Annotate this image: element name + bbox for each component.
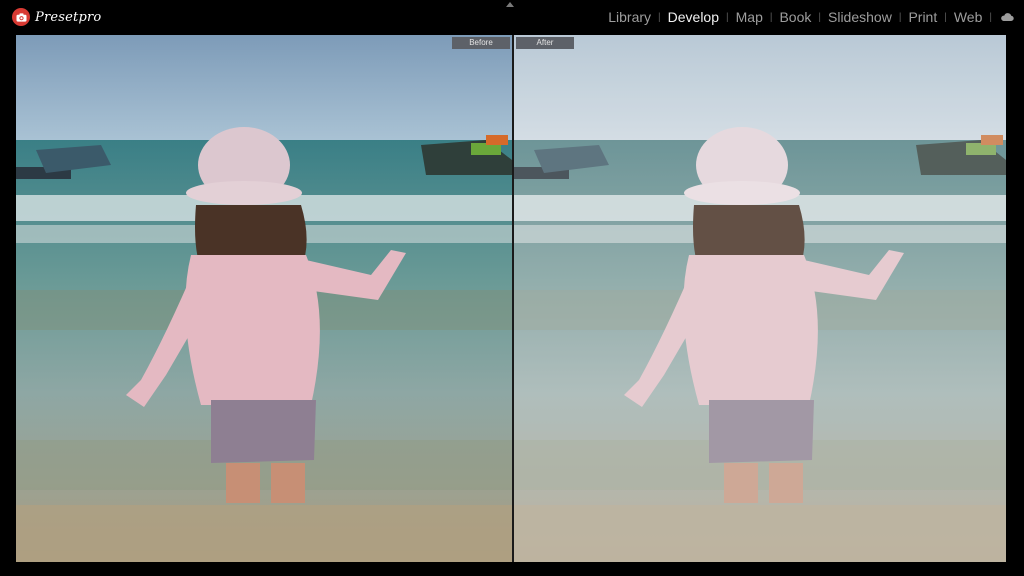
module-separator: | <box>726 11 729 23</box>
top-bar: Presetpro Library | Develop | Map | Book… <box>0 0 1024 34</box>
cloud-icon[interactable] <box>1000 12 1014 22</box>
module-separator: | <box>944 11 947 23</box>
module-slideshow[interactable]: Slideshow <box>826 9 894 25</box>
module-separator: | <box>658 11 661 23</box>
camera-icon <box>12 8 30 26</box>
brand-name: Presetpro <box>35 9 102 25</box>
module-web[interactable]: Web <box>952 9 985 25</box>
module-separator: | <box>769 11 773 23</box>
before-label: Before <box>452 37 510 49</box>
after-image-pane[interactable]: After <box>514 35 1006 562</box>
module-separator: | <box>898 11 902 23</box>
module-separator: | <box>989 11 992 23</box>
module-develop[interactable]: Develop <box>666 9 721 25</box>
panel-toggle-arrow-icon[interactable] <box>506 2 514 7</box>
beach-photo-before <box>16 35 512 562</box>
brand-logo: Presetpro <box>12 7 101 27</box>
before-image-pane[interactable]: Before <box>16 35 512 562</box>
module-picker: Library | Develop | Map | Book | Slidesh… <box>606 0 1014 34</box>
module-map[interactable]: Map <box>734 9 765 25</box>
module-library[interactable]: Library <box>606 9 653 25</box>
beach-photo-after <box>514 35 1006 562</box>
module-separator: | <box>818 11 821 23</box>
module-book[interactable]: Book <box>777 9 813 25</box>
after-label: After <box>516 37 574 49</box>
module-print[interactable]: Print <box>906 9 939 25</box>
